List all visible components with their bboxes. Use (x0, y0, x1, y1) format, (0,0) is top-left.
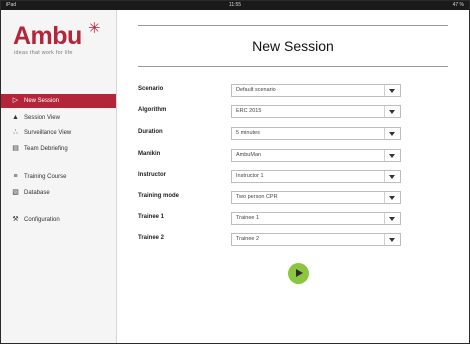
chevron-down-icon (384, 171, 400, 182)
duration-row: Duration 5 minutes (138, 127, 401, 140)
training-mode-row: Training mode Two person CPR (138, 191, 401, 204)
instructor-value: Instructor 1 (236, 173, 264, 179)
scenario-row: Scenario Default scenario (138, 84, 401, 97)
wrench-icon: ⚒ (12, 216, 19, 223)
sidebar-item-configuration[interactable]: ⚒ Configuration (1, 213, 116, 227)
logo-tagline: ideas that work for life (14, 50, 73, 56)
algorithm-select[interactable]: ERC 2015 (231, 105, 401, 118)
trainee-1-row: Trainee 1 Trainee 1 (138, 212, 401, 225)
trainee-1-label: Trainee 1 (138, 214, 165, 220)
chevron-down-icon (384, 85, 400, 96)
trainee-1-select[interactable]: Trainee 1 (231, 212, 401, 225)
battery-label: 47 % (452, 2, 464, 8)
scenario-select[interactable]: Default scenario (231, 84, 401, 97)
chevron-down-icon (384, 234, 400, 245)
trainee-2-label: Trainee 2 (138, 235, 165, 241)
sidebar-item-label: Configuration (24, 217, 60, 223)
sidebar-item-label: Surveillance View (24, 130, 72, 136)
sidebar-item-database[interactable]: ▧ Database (1, 186, 116, 200)
instructor-label: Instructor (138, 172, 167, 178)
sidebar-item-label: Session View (24, 115, 60, 121)
algorithm-row: Algorithm ERC 2015 (138, 105, 401, 118)
main-panel: New Session Scenario Default scenario Al… (117, 10, 469, 343)
logo-wordmark: Ambu (13, 22, 82, 50)
manikin-value: AmbuMan (236, 152, 262, 158)
algorithm-value: ERC 2015 (236, 108, 262, 114)
instructor-row: Instructor Instructor 1 (138, 170, 401, 183)
duration-label: Duration (138, 129, 163, 135)
chevron-down-icon (384, 106, 400, 117)
play-icon (296, 269, 303, 277)
trainee-2-select[interactable]: Trainee 2 (231, 233, 401, 246)
sidebar-item-label: Team Debriefing (24, 146, 68, 152)
sidebar: Ambu ✳ ideas that work for life ▷ New Se… (1, 10, 117, 343)
clipboard-icon: ▤ (12, 145, 19, 152)
duration-select[interactable]: 5 minutes (231, 127, 401, 140)
database-icon: ▧ (12, 189, 19, 196)
app-window: iPad 11:55 47 % Ambu ✳ ideas that work f… (0, 0, 470, 344)
training-mode-label: Training mode (138, 193, 180, 199)
instructor-select[interactable]: Instructor 1 (231, 170, 401, 183)
trainee-1-value: Trainee 1 (236, 215, 260, 221)
manikin-label: Manikin (138, 151, 161, 157)
page-title: New Session (138, 25, 448, 67)
sidebar-item-training-course[interactable]: ≡ Training Course (1, 170, 116, 184)
training-mode-value: Two person CPR (236, 194, 278, 200)
sidebar-item-session-view[interactable]: ▲ Session View (1, 111, 116, 125)
trainee-2-row: Trainee 2 Trainee 2 (138, 233, 401, 246)
group-icon: ∴ (13, 129, 18, 136)
list-icon: ≡ (13, 173, 18, 180)
chevron-down-icon (384, 128, 400, 139)
sidebar-item-label: Database (24, 190, 50, 196)
scenario-value: Default scenario (236, 87, 276, 93)
manikin-row: Manikin AmbuMan (138, 149, 401, 162)
algorithm-label: Algorithm (138, 107, 167, 113)
sidebar-item-surveillance-view[interactable]: ∴ Surveillance View (1, 126, 116, 140)
duration-value: 5 minutes (236, 130, 260, 136)
training-mode-select[interactable]: Two person CPR (231, 191, 401, 204)
chevron-down-icon (384, 213, 400, 224)
clock: 11:55 (228, 2, 242, 8)
status-bar: iPad 11:55 47 % (1, 1, 469, 10)
ambu-logo: Ambu ✳ ideas that work for life (13, 20, 109, 70)
sidebar-item-new-session[interactable]: ▷ New Session (1, 94, 116, 108)
logo-star-icon: ✳ (88, 20, 101, 37)
trainee-2-value: Trainee 2 (236, 236, 260, 242)
chevron-down-icon (384, 150, 400, 161)
scenario-label: Scenario (138, 86, 164, 92)
play-circle-icon: ▷ (12, 97, 19, 104)
sidebar-item-team-debriefing[interactable]: ▤ Team Debriefing (1, 142, 116, 156)
manikin-select[interactable]: AmbuMan (231, 149, 401, 162)
person-icon: ▲ (12, 114, 19, 121)
chevron-down-icon (384, 192, 400, 203)
sidebar-item-label: New Session (24, 98, 60, 104)
sidebar-item-label: Training Course (24, 174, 67, 180)
start-session-button[interactable] (288, 263, 309, 284)
